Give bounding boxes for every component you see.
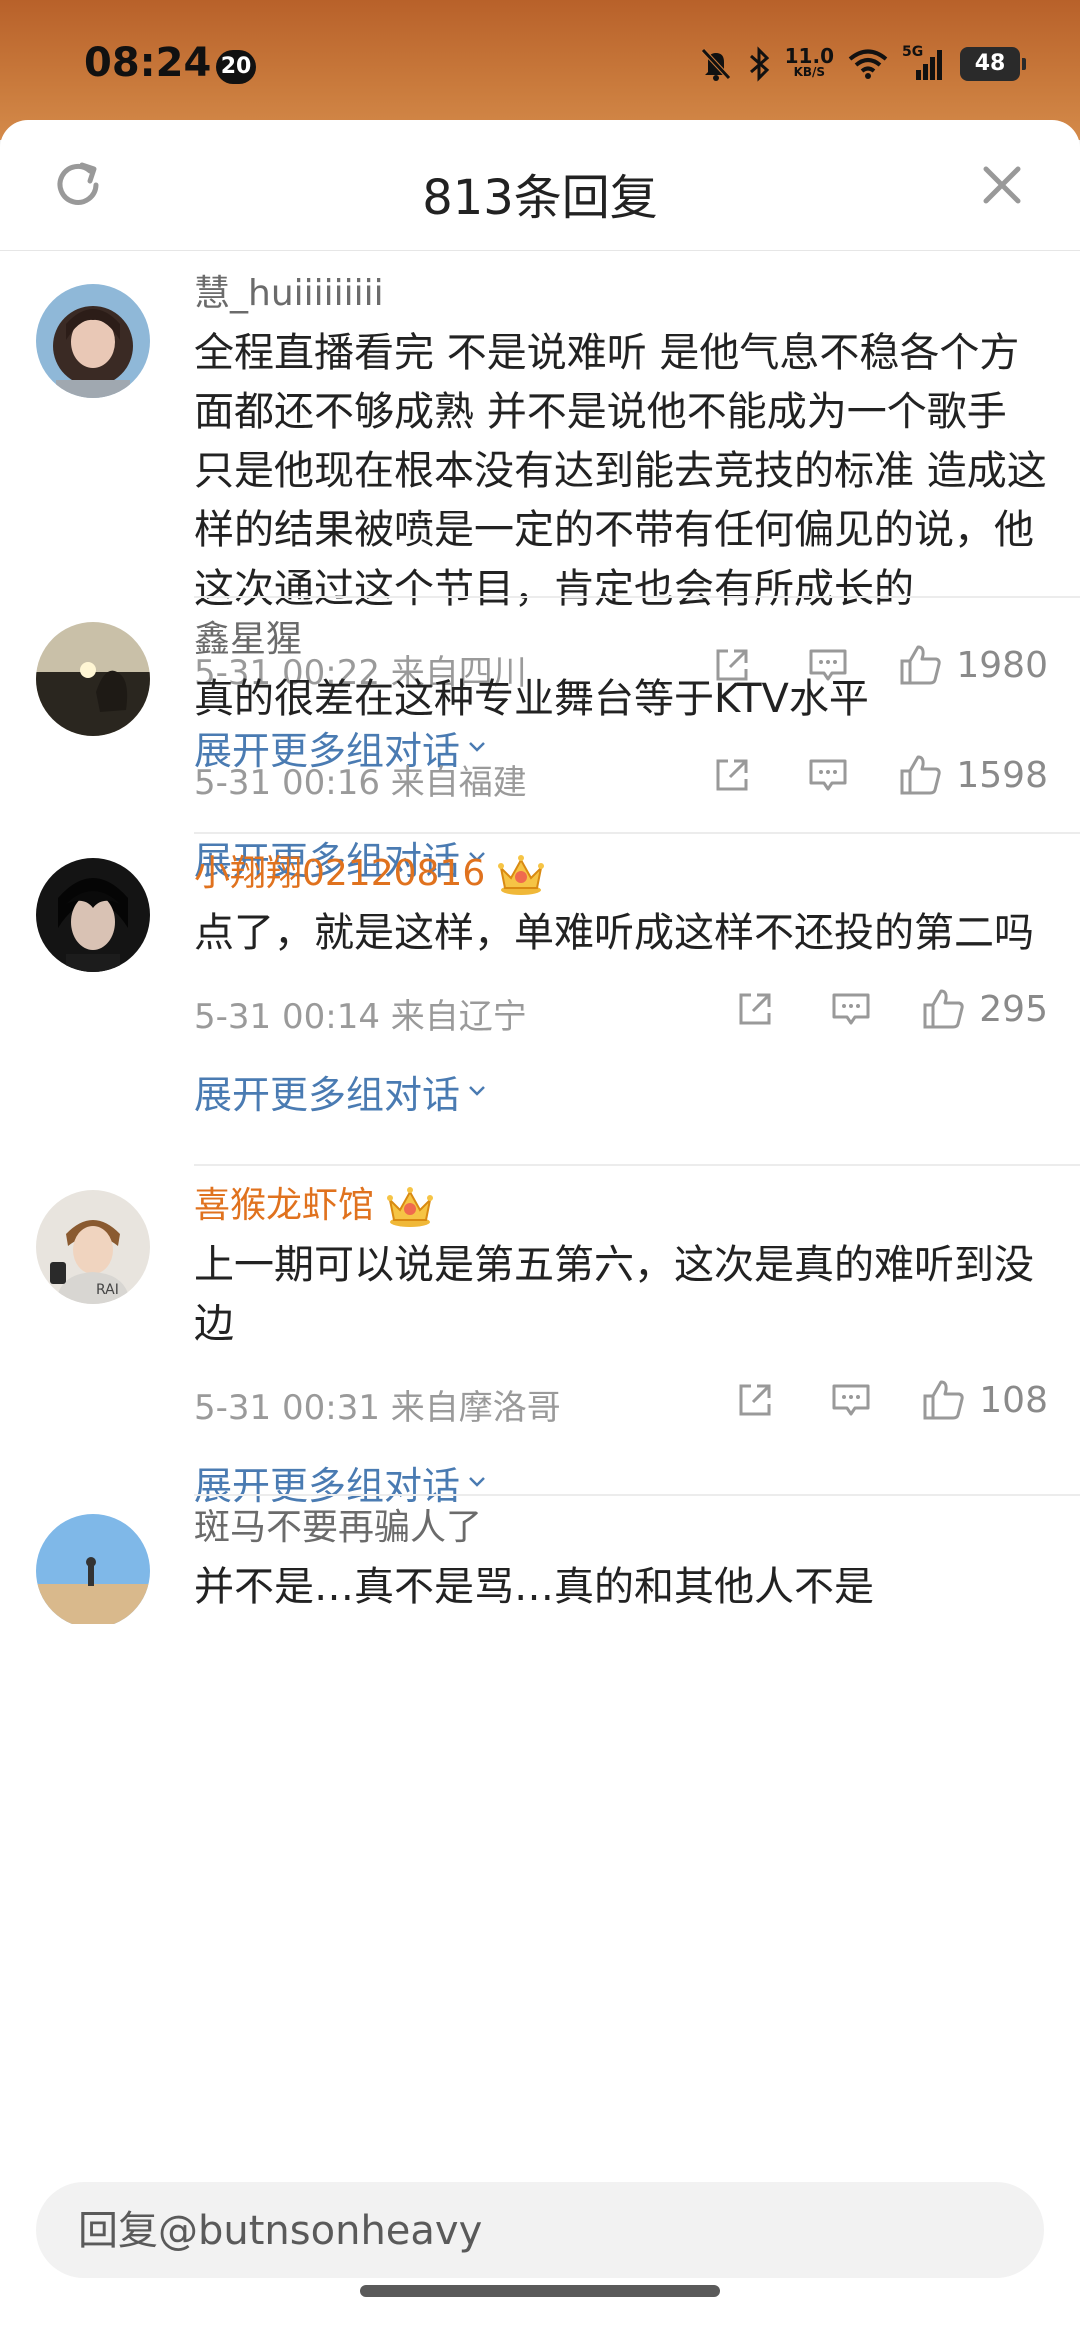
home-indicator[interactable] [360,2285,720,2297]
vip-crown-icon [387,1187,434,1227]
divider [194,832,1080,834]
username[interactable]: 慧_huiiiiiiiii [194,270,1050,318]
network-speed: 11.0 KB/S [784,44,834,79]
comment-content: 鑫星猩 真的很差在这种专业舞台等于KTV水平 5-31 00:16 来自福建 1… [194,616,1050,887]
replies-sheet: 813条回复 慧_huiiiiiiiii 全程直播看完 不是说难听 是他气息不稳… [0,120,1080,2344]
notification-count-badge: 20 [216,50,256,84]
comment-location: 来自摩洛哥 [390,1388,561,1428]
reply-footer [0,2160,1080,2344]
status-icons: 11.0 KB/S 5G 48 [699,44,1026,84]
bluetooth-icon [749,46,769,82]
comment-actions: 1598 [710,745,1048,805]
battery-icon: 48 [960,47,1026,81]
comment-text[interactable]: 点了，就是这样，单难听成这样不还投的第二吗 [194,904,1050,963]
comment-bubble-icon[interactable] [829,1378,873,1422]
avatar[interactable] [36,858,150,972]
comment-text[interactable]: 全程直播看完 不是说难听 是他气息不稳各个方面都还不够成熟 并不是说他不能成为一… [194,324,1050,619]
username[interactable]: 小翔翔02120816 [194,850,1050,898]
reply-box[interactable] [36,2182,1044,2280]
comment-text[interactable]: 并不是…真不是骂…真的和其他人不是 [194,1558,1050,1617]
expand-conversation-link[interactable]: 展开更多组对话 [194,1061,1050,1121]
comment-content: 喜猴龙虾馆 上一期可以说是第五第六，这次是真的难听到没边 5-31 00:31 … [194,1182,1050,1512]
comment-text[interactable]: 真的很差在这种专业舞台等于KTV水平 [194,670,1050,729]
wifi-icon [848,49,888,79]
comment-location: 来自辽宁 [390,997,527,1037]
chevron-down-icon [469,1086,485,1096]
like-thumb-icon[interactable] [919,985,967,1033]
comment-actions: 108 [733,1370,1048,1430]
close-icon[interactable] [974,157,1030,213]
comment-item: 斑马不要再骗人了 并不是…真不是骂…真的和其他人不是 [0,1504,1080,1624]
expand-conversation-link[interactable]: 展开更多组对话 [194,1452,1050,1512]
comment-bubble-icon[interactable] [829,987,873,1031]
avatar[interactable]: RAI [36,1190,150,1304]
comment-content: 小翔翔02120816 点了，就是这样，单难听成这样不还投的第二吗 5-31 0… [194,850,1050,1121]
comment-location: 来自福建 [390,763,527,803]
avatar[interactable] [36,1514,150,1624]
like-thumb-icon[interactable] [896,751,944,799]
divider [194,1494,1080,1496]
share-icon[interactable] [710,753,754,797]
chevron-down-icon [469,1477,485,1487]
comment-bubble-icon[interactable] [806,753,850,797]
like-thumb-icon[interactable] [919,1376,967,1424]
svg-text:RAI: RAI [96,1282,119,1298]
comment-text[interactable]: 上一期可以说是第五第六，这次是真的难听到没边 [194,1236,1050,1354]
comment-content: 斑马不要再骗人了 并不是…真不是骂…真的和其他人不是 [194,1504,1050,1617]
like-count: 295 [979,988,1048,1030]
comment-timestamp: 5-31 00:16 来自福建 [194,763,527,803]
username[interactable]: 鑫星猩 [194,616,1050,664]
cellular-signal-icon: 5G [902,44,946,82]
comment-timestamp: 5-31 00:31 来自摩洛哥 [194,1388,561,1428]
status-time: 08:24 [84,40,212,86]
vip-crown-icon [498,855,545,895]
username[interactable]: 喜猴龙虾馆 [194,1182,1050,1230]
avatar[interactable] [36,284,150,398]
share-icon[interactable] [733,1378,777,1422]
like-count: 108 [979,1379,1048,1421]
like-count: 1598 [956,754,1048,796]
username[interactable]: 斑马不要再骗人了 [194,1504,1050,1552]
comment-actions: 295 [733,979,1048,1039]
comment-meta: 5-31 00:14 来自辽宁 295 [194,979,1050,1039]
avatar[interactable] [36,622,150,736]
comment-meta: 5-31 00:31 来自摩洛哥 108 [194,1370,1050,1430]
share-icon[interactable] [733,987,777,1031]
status-bar: 08:24 20 11.0 KB/S 5G 48 [0,0,1080,140]
page-title: 813条回复 [422,170,658,226]
divider [194,1164,1080,1166]
divider [194,596,1080,598]
comment-meta: 5-31 00:16 来自福建 1598 [194,745,1050,805]
comment-timestamp: 5-31 00:14 来自辽宁 [194,997,527,1037]
sheet-header: 813条回复 [0,120,1080,251]
reply-input[interactable] [76,2182,980,2280]
mute-bell-icon [700,48,731,81]
